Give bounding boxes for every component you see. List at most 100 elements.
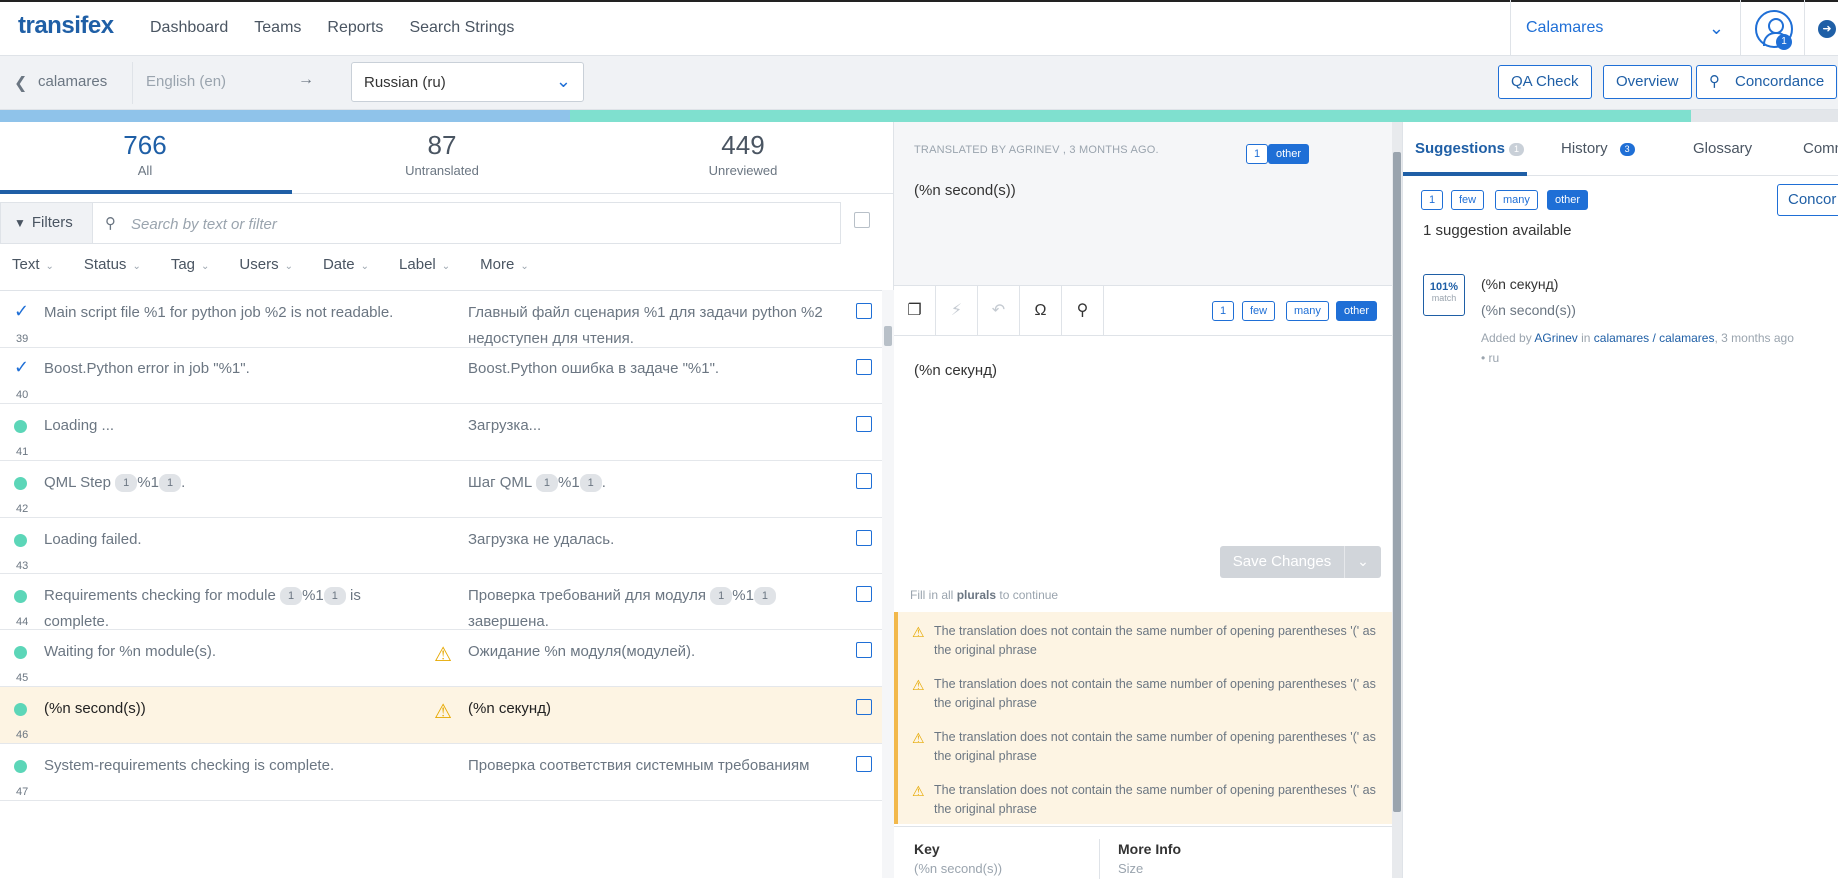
filter-users-label: Users <box>239 256 279 273</box>
tab-unreviewed[interactable]: 449 Unreviewed <box>598 130 888 178</box>
chevron-down-icon: ⌄ <box>441 261 451 272</box>
row-checkbox[interactable] <box>856 530 872 546</box>
scrollbar-thumb[interactable] <box>1393 152 1401 812</box>
user-link[interactable]: AGrinev <box>1534 331 1577 345</box>
filters-button[interactable]: ▼ Filters <box>0 202 92 244</box>
suggestion-translation[interactable]: (%n секунд) <box>1481 276 1558 292</box>
table-row[interactable]: 44 Requirements checking for module 1 %1 1 … <box>0 574 882 630</box>
placeholder-tag: 1 <box>710 587 733 606</box>
source-text: Boost.Python error in job "%1". <box>44 360 250 377</box>
table-row[interactable]: 45 Waiting for %n module(s). Ожидание %n м… <box>0 630 882 687</box>
filter-text[interactable]: Text ⌄ <box>12 256 54 273</box>
table-row[interactable]: ✓ 39 Main script file %1 for python job %2… <box>0 291 882 348</box>
row-checkbox[interactable] <box>856 756 872 772</box>
stat-number: 766 <box>123 130 167 160</box>
row-checkbox[interactable] <box>856 359 872 375</box>
nav-reports[interactable]: Reports <box>327 19 383 37</box>
target-form-other[interactable]: other <box>1336 301 1378 321</box>
target-language-select[interactable]: Russian (ru) ⌄ <box>351 62 584 102</box>
chevron-down-icon: ⌄ <box>201 261 210 272</box>
translation-textarea[interactable]: (%n секунд) <box>914 362 997 379</box>
chevron-down-icon: ⌄ <box>284 261 293 272</box>
nav-dashboard[interactable]: Dashboard <box>150 19 228 37</box>
suggestions-panel: Suggestions1 History3 Glossary Comm 1 fe… <box>1402 122 1838 878</box>
placeholder-tag: 1 <box>579 474 602 493</box>
lightning-icon[interactable]: ⚡ <box>936 286 978 336</box>
suggestion-form-other[interactable]: other <box>1547 190 1589 210</box>
nav-search-strings[interactable]: Search Strings <box>409 19 514 37</box>
row-checkbox[interactable] <box>856 699 872 715</box>
table-row[interactable]: 43 Loading failed. Загрузка не удалась. <box>0 518 882 574</box>
editor-panel: TRANSLATED BY AGRINEV , 3 MONTHS AGO. 1 … <box>894 122 1392 879</box>
qa-check-button[interactable]: QA Check <box>1498 65 1592 99</box>
project-select[interactable]: Calamares ⌄ <box>1510 0 1740 56</box>
tab-glossary[interactable]: Glossary <box>1693 140 1752 157</box>
tab-all[interactable]: 766 All <box>0 130 290 178</box>
scrollbar-thumb[interactable] <box>884 326 892 346</box>
source-form-1[interactable]: 1 <box>1246 144 1269 164</box>
row-checkbox[interactable] <box>856 416 872 432</box>
search-tm-icon[interactable]: ⚲ <box>1062 286 1104 336</box>
table-row[interactable]: 42 QML Step 1 %1 1. Шаг QML 1 %1 1. <box>0 461 882 518</box>
nav-teams[interactable]: Teams <box>254 19 301 37</box>
copy-source-icon[interactable]: ❐ <box>894 286 936 336</box>
tab-suggestions[interactable]: Suggestions 1 <box>1415 140 1525 157</box>
select-all-checkbox[interactable] <box>854 212 870 228</box>
target-form-1[interactable]: 1 <box>1212 301 1235 321</box>
target-form-few[interactable]: few <box>1242 301 1276 321</box>
project-link[interactable]: calamares / calamares <box>1594 331 1715 345</box>
concordance-button[interactable]: ⚲ Concordance <box>1696 65 1838 99</box>
source-text: (%n second(s)) <box>44 700 146 717</box>
row-index: 43 <box>16 560 29 572</box>
row-checkbox[interactable] <box>856 642 872 658</box>
row-checkbox[interactable] <box>856 586 872 602</box>
divider <box>132 62 133 104</box>
table-row[interactable]: 46 (%n second(s)) (%n секунд) ⚠ <box>0 687 882 744</box>
editor-toolbar: ❐ ⚡ ↶ Ω ⚲ 1 few many other <box>894 286 1392 336</box>
source-form-other[interactable]: other <box>1268 144 1310 164</box>
tab-history[interactable]: History 3 <box>1561 140 1635 157</box>
project-breadcrumb[interactable]: calamares <box>38 73 107 90</box>
row-checkbox[interactable] <box>856 303 872 319</box>
special-characters-icon[interactable]: Ω <box>1020 286 1062 336</box>
source-text: Main script file %1 for python job %2 is… <box>44 304 394 321</box>
filter-date[interactable]: Date ⌄ <box>323 256 369 273</box>
translated-status-dot <box>14 420 27 433</box>
overview-button[interactable]: Overview <box>1603 65 1692 99</box>
table-row[interactable]: 47 System-requirements checking is comple… <box>0 744 882 801</box>
user-menu[interactable]: 1 <box>1740 0 1805 56</box>
table-row[interactable]: 41 Loading ... Загрузка... <box>0 404 882 461</box>
list-scrollbar[interactable] <box>882 290 894 878</box>
translated-progress <box>570 110 1691 122</box>
filter-users[interactable]: Users ⌄ <box>239 256 293 273</box>
row-checkbox[interactable] <box>856 473 872 489</box>
back-chevron-icon[interactable]: ❮ <box>14 73 27 93</box>
filter-tag-label: Tag <box>170 256 196 273</box>
tab-comments[interactable]: Comm <box>1803 140 1838 157</box>
filter-tag[interactable]: Tag ⌄ <box>171 256 210 273</box>
chevron-down-icon: ⌄ <box>555 71 571 91</box>
save-changes-button[interactable]: Save Changes <box>1220 546 1344 578</box>
suggestion-form-1[interactable]: 1 <box>1421 190 1444 210</box>
undo-icon[interactable]: ↶ <box>978 286 1020 336</box>
tab-label: Glossary <box>1693 140 1753 157</box>
editor-scrollbar[interactable] <box>1392 122 1402 878</box>
table-row[interactable]: ✓ 40 Boost.Python error in job "%1". Boost.… <box>0 347 882 404</box>
filter-status[interactable]: Status ⌄ <box>84 256 141 273</box>
active-tab-indicator <box>1403 172 1527 176</box>
tab-untranslated[interactable]: 87 Untranslated <box>297 130 587 178</box>
translated-status-dot <box>14 534 27 547</box>
filter-label[interactable]: Label ⌄ <box>399 256 450 273</box>
chevron-down-icon: ⌄ <box>520 261 529 272</box>
target-text: Загрузка не удалась. <box>468 531 615 548</box>
transifex-logo[interactable]: transifex <box>18 12 114 40</box>
target-form-many[interactable]: many <box>1286 301 1329 321</box>
suggestion-form-many[interactable]: many <box>1495 190 1538 210</box>
chevron-down-icon[interactable]: ⌄ <box>1344 546 1381 578</box>
suggestion-form-few[interactable]: few <box>1451 190 1485 210</box>
placeholder-tag: 1 <box>279 587 303 606</box>
search-input[interactable] <box>131 212 811 236</box>
compass-icon[interactable]: ➜ <box>1818 20 1836 38</box>
filter-more[interactable]: More ⌄ <box>480 256 529 273</box>
concordance-search-button[interactable]: Concor <box>1777 184 1838 216</box>
